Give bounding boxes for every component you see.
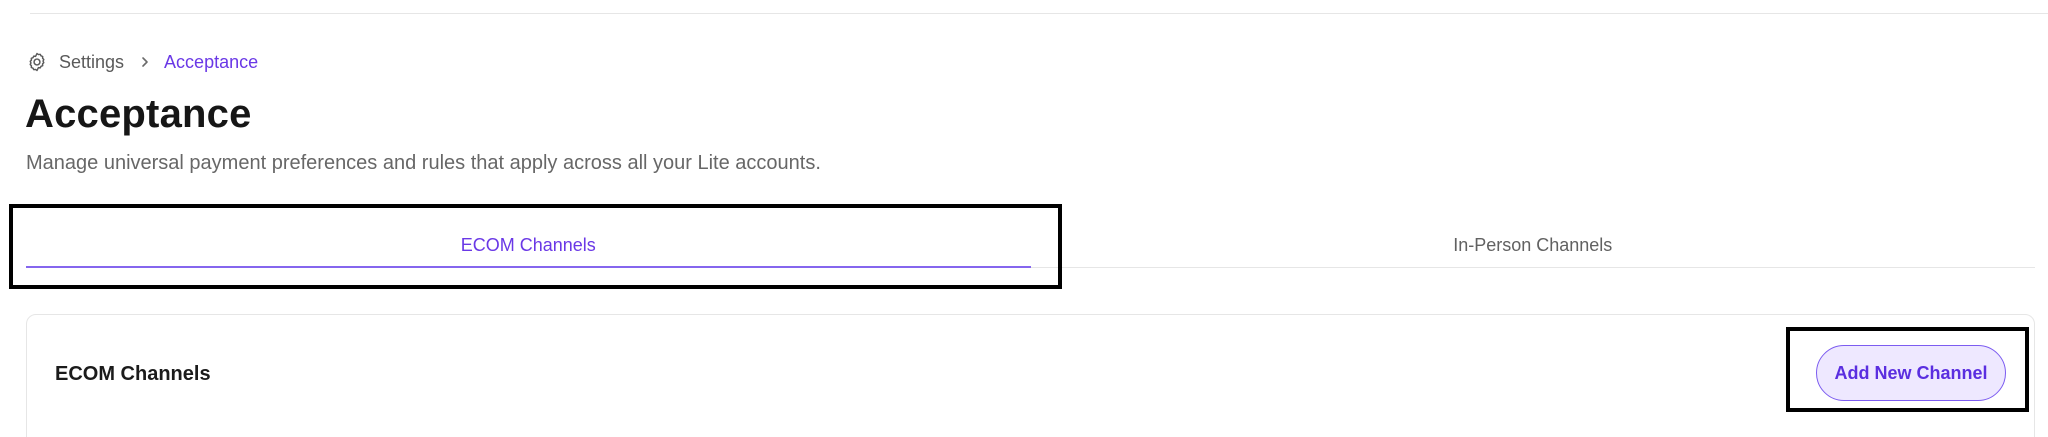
ecom-channels-card: ECOM Channels Add New Channel: [26, 314, 2035, 437]
add-new-channel-button[interactable]: Add New Channel: [1816, 345, 2006, 401]
page-title: Acceptance: [25, 92, 252, 136]
breadcrumb: Settings Acceptance: [26, 51, 258, 73]
breadcrumb-settings-link[interactable]: Settings: [59, 52, 124, 73]
gear-icon: [26, 51, 48, 73]
acceptance-settings-page: Settings Acceptance Acceptance Manage un…: [0, 0, 2048, 437]
breadcrumb-current: Acceptance: [164, 51, 259, 72]
card-title: ECOM Channels: [55, 363, 211, 385]
channel-tabs: ECOM Channels In-Person Channels: [26, 220, 2035, 268]
tab-in-person-channels[interactable]: In-Person Channels: [1031, 220, 2036, 267]
page-subtitle: Manage universal payment preferences and…: [26, 152, 821, 174]
tab-ecom-channels[interactable]: ECOM Channels: [26, 220, 1031, 268]
top-divider: [30, 13, 2048, 14]
chevron-right-icon: [138, 55, 152, 69]
